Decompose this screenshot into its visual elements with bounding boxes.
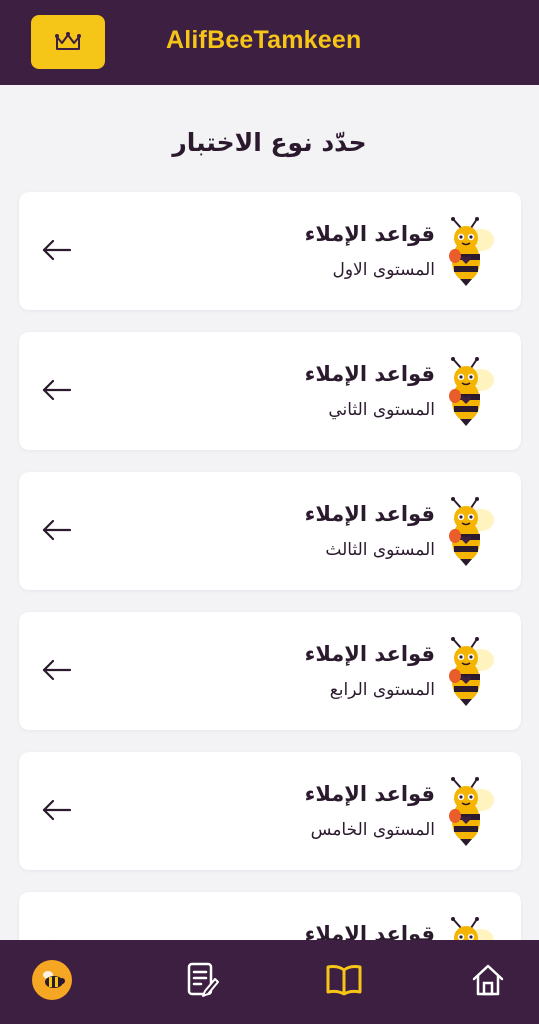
arrow-left-icon[interactable] [41, 237, 73, 263]
item-title: قواعد الإملاء [304, 362, 435, 386]
notes-icon [187, 962, 219, 997]
item-title: قواعد الإملاء [304, 222, 435, 246]
item-subtitle: المستوى الثالث [325, 540, 435, 560]
nav-profile[interactable] [30, 958, 74, 1002]
app-screen: حدّد نوع الاختبار قواعد الإملاء المستوى … [0, 0, 539, 1024]
arrow-left-icon[interactable] [41, 377, 73, 403]
bee-icon [439, 636, 495, 706]
home-icon [472, 964, 504, 996]
crown-icon [55, 32, 81, 50]
list-item[interactable]: قواعد الإملاء المستوى الرابع [19, 612, 521, 730]
list-item[interactable]: قواعد الإملاء المستوى الخامس [19, 752, 521, 870]
item-subtitle: المستوى الثاني [328, 400, 435, 420]
item-subtitle: المستوى الاول [332, 260, 436, 280]
list-item[interactable]: قواعد الإملاء المستوى الثاني [19, 332, 521, 450]
app-header: AlifBeeTamkeen [0, 0, 539, 85]
item-subtitle: المستوى الخامس [310, 820, 435, 840]
premium-button[interactable] [31, 15, 105, 69]
item-title: قواعد الإملاء [304, 502, 435, 526]
bee-avatar-icon [32, 960, 72, 1000]
nav-tests[interactable] [180, 958, 224, 1002]
bee-icon [439, 496, 495, 566]
nav-learn[interactable] [322, 958, 366, 1002]
item-title: قواعد الإملاء [304, 782, 435, 806]
bee-icon [439, 356, 495, 426]
bottom-nav [0, 940, 539, 1024]
item-subtitle: المستوى الرابع [329, 680, 435, 700]
content-area[interactable]: حدّد نوع الاختبار قواعد الإملاء المستوى … [0, 0, 539, 940]
brand-logo: AlifBeeTamkeen [166, 26, 362, 54]
arrow-left-icon[interactable] [41, 657, 73, 683]
bee-icon [439, 916, 495, 940]
arrow-left-icon[interactable] [41, 797, 73, 823]
item-title: قواعد الإملاء [304, 922, 435, 940]
list-item[interactable]: قواعد الإملاء المستوى الاول [19, 192, 521, 310]
list-item[interactable]: قواعد الإملاء المستوى الثالث [19, 472, 521, 590]
book-icon [326, 964, 362, 996]
list-item[interactable]: قواعد الإملاء [19, 892, 521, 940]
bee-icon [439, 776, 495, 846]
nav-home[interactable] [466, 958, 510, 1002]
page-title: حدّد نوع الاختبار [172, 128, 367, 157]
item-title: قواعد الإملاء [304, 642, 435, 666]
bee-icon [439, 216, 495, 286]
arrow-left-icon[interactable] [41, 517, 73, 543]
